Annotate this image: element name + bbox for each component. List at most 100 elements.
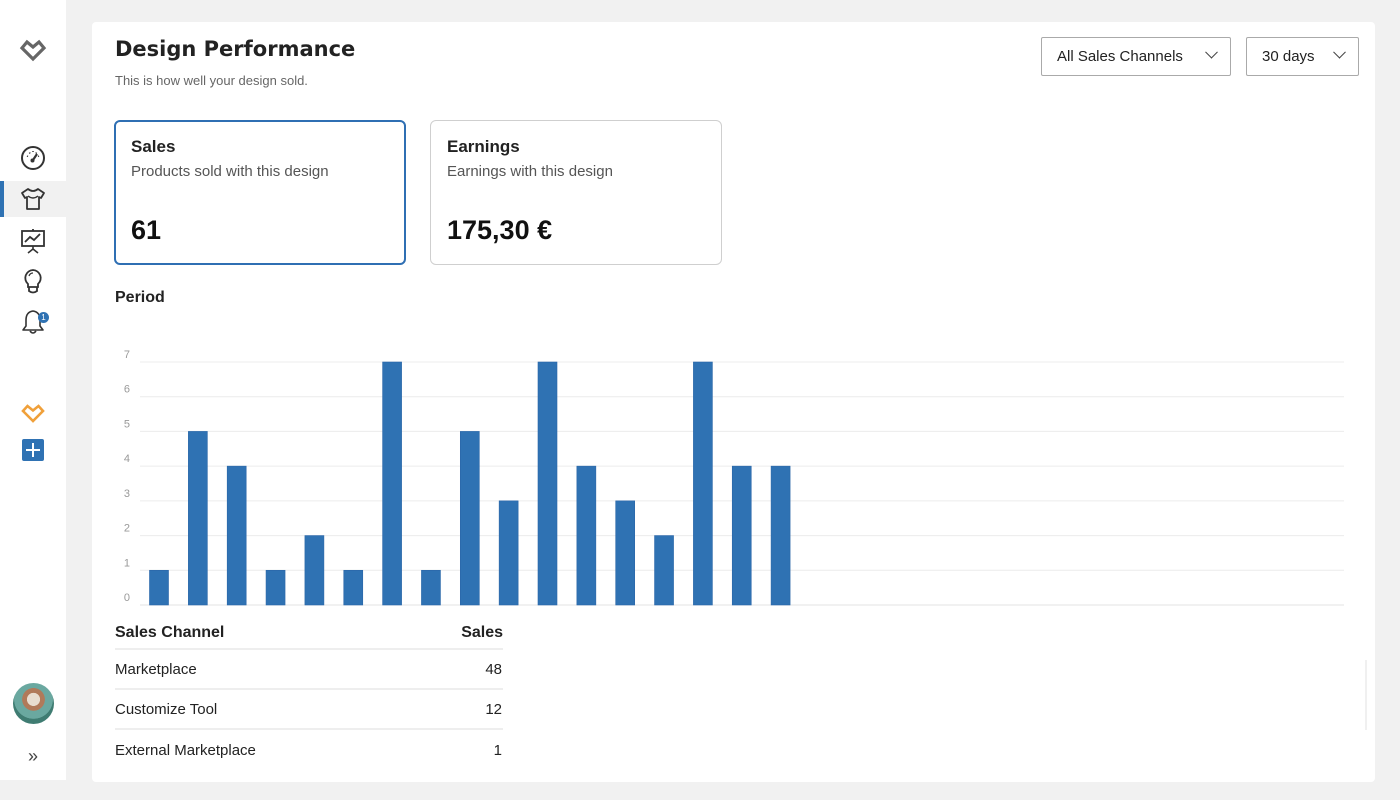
sidebar: 1 » xyxy=(0,0,66,780)
sales-channel-selected: All Sales Channels xyxy=(1057,48,1183,65)
x-tick-label: 20 xyxy=(658,611,670,612)
notification-badge: 1 xyxy=(38,312,49,323)
y-tick-label: 0 xyxy=(124,592,130,604)
channel-name: Customize Tool xyxy=(115,700,218,718)
bar[interactable] xyxy=(498,500,519,606)
x-tick-label: 1 xyxy=(1127,611,1133,612)
dashboard-icon[interactable] xyxy=(0,140,66,176)
x-tick-label: 2 xyxy=(1166,611,1172,612)
y-tick-label: 1 xyxy=(124,557,130,569)
x-tick-label: 21 xyxy=(697,611,709,612)
sales-bar-chart: 0123456778910111213141516171819202122232… xyxy=(124,349,1344,612)
x-tick-label: 17 xyxy=(541,611,553,612)
stat-value: 175,30 € xyxy=(447,215,553,245)
x-tick-label: 8 xyxy=(195,611,201,612)
stat-value: 61 xyxy=(131,215,162,245)
bar[interactable] xyxy=(459,431,480,606)
x-tick-label: 12 xyxy=(347,611,359,612)
x-tick-label: 3 xyxy=(1205,611,1211,612)
x-tick-label: 7 xyxy=(156,611,162,612)
bar[interactable] xyxy=(693,361,713,606)
x-tick-label: 14 xyxy=(425,611,437,612)
x-tick-label: 15 xyxy=(464,611,476,612)
logo-icon[interactable] xyxy=(0,32,66,68)
x-tick-label: 6 xyxy=(1321,611,1327,612)
stat-title: Sales xyxy=(131,137,176,156)
channel-sales: 12 xyxy=(485,700,502,718)
y-tick-label: 7 xyxy=(124,349,130,361)
x-tick-label: 23 xyxy=(774,611,786,612)
y-tick-label: 6 xyxy=(124,384,130,396)
earnings-stat-tab[interactable]: Earnings Earnings with this design 175,3… xyxy=(430,120,722,265)
channel-sales: 1 xyxy=(493,741,502,759)
bar[interactable] xyxy=(304,535,325,606)
x-tick-label: 30 xyxy=(1046,611,1058,612)
x-tick-label: 19 xyxy=(619,611,631,612)
scrollbar[interactable] xyxy=(1365,660,1367,730)
y-tick-label: 4 xyxy=(124,453,130,465)
column-header-sales: Sales xyxy=(461,623,503,641)
bar[interactable] xyxy=(615,500,636,606)
bar[interactable] xyxy=(421,569,441,606)
y-tick-label: 5 xyxy=(124,418,130,430)
add-design-icon[interactable] xyxy=(0,432,66,468)
x-tick-label: 27 xyxy=(930,611,942,612)
bar[interactable] xyxy=(149,569,169,606)
bar[interactable] xyxy=(188,431,208,606)
stat-description: Products sold with this design xyxy=(131,163,329,180)
x-tick-label: 9 xyxy=(234,611,240,612)
premium-heart-icon[interactable] xyxy=(0,395,66,431)
ideas-lightbulb-icon[interactable] xyxy=(0,263,66,299)
sales-channel-table: Sales Channel Sales Marketplace 48 Custo… xyxy=(115,617,503,770)
y-tick-label: 2 xyxy=(124,523,130,535)
bar[interactable] xyxy=(226,465,247,606)
channel-name: Marketplace xyxy=(115,660,197,678)
bar[interactable] xyxy=(731,465,752,606)
table-row: Customize Tool 12 xyxy=(115,690,503,730)
sales-channel-dropdown[interactable]: All Sales Channels xyxy=(1041,37,1231,76)
x-tick-label: 24 xyxy=(813,611,825,612)
x-tick-label: 25 xyxy=(852,611,864,612)
bar[interactable] xyxy=(265,569,286,606)
table-row: Marketplace 48 xyxy=(115,650,503,690)
column-header-channel: Sales Channel xyxy=(115,623,225,641)
chart-title: Period xyxy=(115,289,165,306)
page-title: Design Performance xyxy=(115,37,356,61)
x-tick-label: 22 xyxy=(736,611,748,612)
notifications-bell-icon[interactable]: 1 xyxy=(0,304,66,340)
period-selected: 30 days xyxy=(1262,48,1315,65)
x-tick-label: 29 xyxy=(1008,611,1020,612)
x-tick-label: 13 xyxy=(386,611,398,612)
x-tick-label: 16 xyxy=(503,611,515,612)
stat-description: Earnings with this design xyxy=(447,163,613,180)
x-tick-label: 26 xyxy=(891,611,903,612)
design-performance-card: Design Performance This is how well your… xyxy=(92,22,1375,782)
bar[interactable] xyxy=(576,465,597,606)
statistics-presentation-icon[interactable] xyxy=(0,223,66,259)
x-tick-label: 5 xyxy=(1283,611,1289,612)
x-tick-label: 28 xyxy=(969,611,981,612)
table-header: Sales Channel Sales xyxy=(115,617,503,650)
sales-stat-tab[interactable]: Sales Products sold with this design 61 xyxy=(114,120,406,265)
user-avatar[interactable] xyxy=(13,683,54,724)
bar[interactable] xyxy=(770,465,791,606)
y-tick-label: 3 xyxy=(124,488,130,500)
designs-shirt-icon[interactable] xyxy=(0,181,66,217)
period-dropdown[interactable]: 30 days xyxy=(1246,37,1359,76)
channel-sales: 48 xyxy=(485,660,502,678)
table-row: External Marketplace 1 xyxy=(115,730,503,770)
bar[interactable] xyxy=(654,535,674,606)
bar[interactable] xyxy=(382,361,402,606)
x-tick-label: 31 xyxy=(1085,611,1097,612)
x-tick-label: 10 xyxy=(269,611,281,612)
bar[interactable] xyxy=(343,569,364,606)
channel-name: External Marketplace xyxy=(115,741,256,759)
expand-sidebar-icon[interactable]: » xyxy=(22,745,44,767)
chevron-down-icon xyxy=(1333,45,1346,59)
x-tick-label: 4 xyxy=(1244,611,1250,612)
x-tick-label: 11 xyxy=(309,611,320,612)
page-subtitle: This is how well your design sold. xyxy=(115,73,308,88)
bar[interactable] xyxy=(537,361,558,606)
chevron-down-icon xyxy=(1205,45,1218,59)
x-tick-label: 18 xyxy=(580,611,592,612)
